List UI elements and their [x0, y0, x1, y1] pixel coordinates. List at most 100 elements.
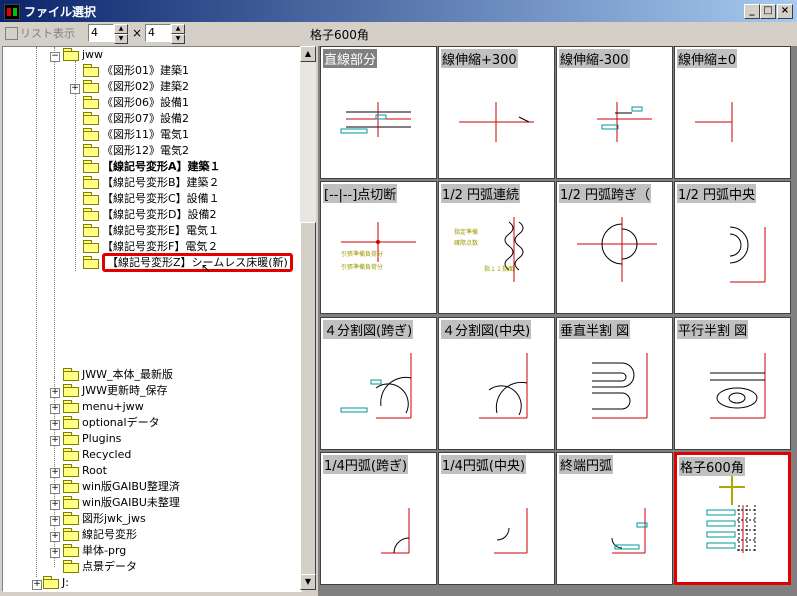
collapse-icon[interactable]: −: [50, 52, 60, 62]
expand-icon[interactable]: +: [50, 500, 60, 510]
tree-item[interactable]: menu+jww: [63, 399, 144, 415]
scroll-up-icon[interactable]: ▲: [300, 46, 316, 62]
folder-icon: [63, 432, 79, 445]
thumbnail-cell[interactable]: 1/2 円弧連続 指定準備 確際点数 指１１指面: [438, 181, 555, 314]
cell-note: 指１１指面: [484, 266, 515, 273]
thumbnail-cell[interactable]: 1/4円弧(中央): [438, 452, 555, 585]
thumbnail-cell[interactable]: 平行半割 図: [674, 317, 791, 450]
tree-item[interactable]: 《図形06》設備1: [83, 95, 189, 111]
rows-input[interactable]: 4: [145, 24, 171, 42]
tree-item[interactable]: 【線記号変形D】設備2: [83, 207, 216, 223]
cell-note: 引張準備負荷分: [341, 251, 384, 258]
thumbnail-cell[interactable]: 終端円弧: [556, 452, 673, 585]
folder-icon: [83, 64, 99, 77]
thumbnail-cell-selected[interactable]: 格子600角: [674, 452, 791, 585]
tree-item[interactable]: 線記号変形: [63, 527, 137, 543]
expand-icon[interactable]: +: [50, 388, 60, 398]
expand-icon[interactable]: +: [50, 436, 60, 446]
cell-label: ４分割図(跨ぎ): [323, 320, 414, 339]
tree-item-jww[interactable]: jww: [63, 47, 103, 63]
expand-icon[interactable]: +: [50, 532, 60, 542]
folder-icon: [83, 128, 99, 141]
thumbnail-cell[interactable]: 線伸縮+300: [438, 46, 555, 179]
cell-label: 格子600角: [679, 457, 745, 476]
tree-item[interactable]: 単体-prg: [63, 543, 126, 559]
tree-item[interactable]: JWW更新時_保存: [63, 383, 168, 399]
columns-spinner[interactable]: ▲ ▼: [114, 24, 128, 44]
tree-item[interactable]: 【線記号変形C】設備１: [83, 191, 220, 207]
thumbnail-cell[interactable]: 線伸縮±0: [674, 46, 791, 179]
folder-icon: [83, 80, 99, 93]
tree-item[interactable]: 図形jwk_jws: [63, 511, 146, 527]
expand-icon[interactable]: +: [50, 548, 60, 558]
app-icon: [4, 4, 20, 20]
tree-item[interactable]: JWW_本体_最新版: [63, 367, 173, 383]
tree-item[interactable]: 《図形12》電気2: [83, 143, 189, 159]
tree-item[interactable]: 《図形11》電気1: [83, 127, 189, 143]
tree-item[interactable]: 【線記号変形A】建築１: [83, 159, 221, 175]
expand-icon[interactable]: +: [50, 404, 60, 414]
spin-up-icon[interactable]: ▲: [171, 24, 185, 34]
tree-item[interactable]: optionalデータ: [63, 415, 160, 431]
tree-item[interactable]: Plugins: [63, 431, 121, 447]
toolbar: リスト表示 4 ▲ ▼ × 4 ▲ ▼ 格子600角: [0, 22, 797, 46]
minimize-button[interactable]: _: [744, 4, 760, 19]
spin-down-icon[interactable]: ▼: [171, 34, 185, 44]
expand-icon[interactable]: +: [32, 580, 42, 590]
cell-label: ４分割図(中央): [441, 320, 532, 339]
maximize-button[interactable]: □: [760, 4, 776, 19]
folder-tree[interactable]: − jww 《図形01》建築1 + 《図形02》建築2 《図形06》設備1 《図…: [2, 46, 302, 592]
thumbnail-cell[interactable]: 線伸縮-300: [556, 46, 673, 179]
thumbnail-cell[interactable]: 直線部分: [320, 46, 437, 179]
tree-item[interactable]: 【線記号変形E】電気１: [83, 223, 219, 239]
cell-label: 線伸縮+300: [441, 49, 518, 68]
folder-icon: [63, 496, 79, 509]
thumbnail-cell[interactable]: ４分割図(跨ぎ): [320, 317, 437, 450]
expand-icon[interactable]: +: [50, 516, 60, 526]
expand-icon[interactable]: +: [50, 468, 60, 478]
thumbnail-cell[interactable]: 1/2 円弧跨ぎ（: [556, 181, 673, 314]
folder-icon: [63, 544, 79, 557]
folder-icon: [63, 400, 79, 413]
thumbnail-cell[interactable]: 1/2 円弧中央: [674, 181, 791, 314]
vertical-scrollbar[interactable]: ▲ ▼: [300, 46, 316, 590]
tree-item[interactable]: 点景データ: [63, 559, 137, 575]
thumbnail-cell[interactable]: 垂直半割 図: [556, 317, 673, 450]
tree-item[interactable]: 《図形02》建築2: [83, 79, 189, 95]
tree-item-drive[interactable]: J:: [43, 575, 69, 591]
cell-label: 直線部分: [323, 49, 378, 68]
rows-spinner[interactable]: ▲ ▼: [171, 24, 185, 44]
expand-icon[interactable]: +: [50, 484, 60, 494]
list-display-checkbox[interactable]: [5, 27, 18, 40]
scroll-down-icon[interactable]: ▼: [300, 574, 316, 590]
thumbnail-cell[interactable]: ４分割図(中央): [438, 317, 555, 450]
cell-label: 1/2 円弧連続: [441, 184, 521, 203]
tree-item[interactable]: win版GAIBU未整理: [63, 495, 180, 511]
folder-icon: [63, 448, 79, 461]
tree-item-selected[interactable]: 【線記号変形Z】シームレス床暖(新): [83, 253, 293, 272]
folder-icon: [83, 240, 99, 253]
expand-icon[interactable]: +: [70, 84, 80, 94]
cell-label: 線伸縮±0: [677, 49, 738, 68]
columns-input[interactable]: 4: [88, 24, 114, 42]
window-title: ファイル選択: [24, 5, 97, 19]
list-display-label: リスト表示: [20, 27, 75, 40]
thumbnail-cell[interactable]: 1/4円弧(跨ぎ): [320, 452, 437, 585]
spin-down-icon[interactable]: ▼: [114, 34, 128, 44]
close-button[interactable]: ×: [777, 4, 793, 19]
tree-item[interactable]: Root: [63, 463, 107, 479]
tree-item[interactable]: win版GAIBU整理済: [63, 479, 180, 495]
tree-item[interactable]: 《図形07》設備2: [83, 111, 189, 127]
expand-icon[interactable]: +: [50, 420, 60, 430]
tree-item[interactable]: Recycled: [63, 447, 131, 463]
folder-icon: [63, 368, 79, 381]
scroll-thumb[interactable]: [300, 222, 316, 576]
spin-up-icon[interactable]: ▲: [114, 24, 128, 34]
tree-item[interactable]: 《図形01》建築1: [83, 63, 189, 79]
cell-note: 引張準備負荷分: [341, 264, 384, 271]
thumbnail-cell[interactable]: [--|--]点切断 引張準備負荷分 引張準備負荷分: [320, 181, 437, 314]
folder-icon: [83, 112, 99, 125]
title-bar: ファイル選択 _ □ ×: [0, 0, 797, 22]
folder-icon: [83, 144, 99, 157]
tree-item[interactable]: 【線記号変形B】建築２: [83, 175, 220, 191]
